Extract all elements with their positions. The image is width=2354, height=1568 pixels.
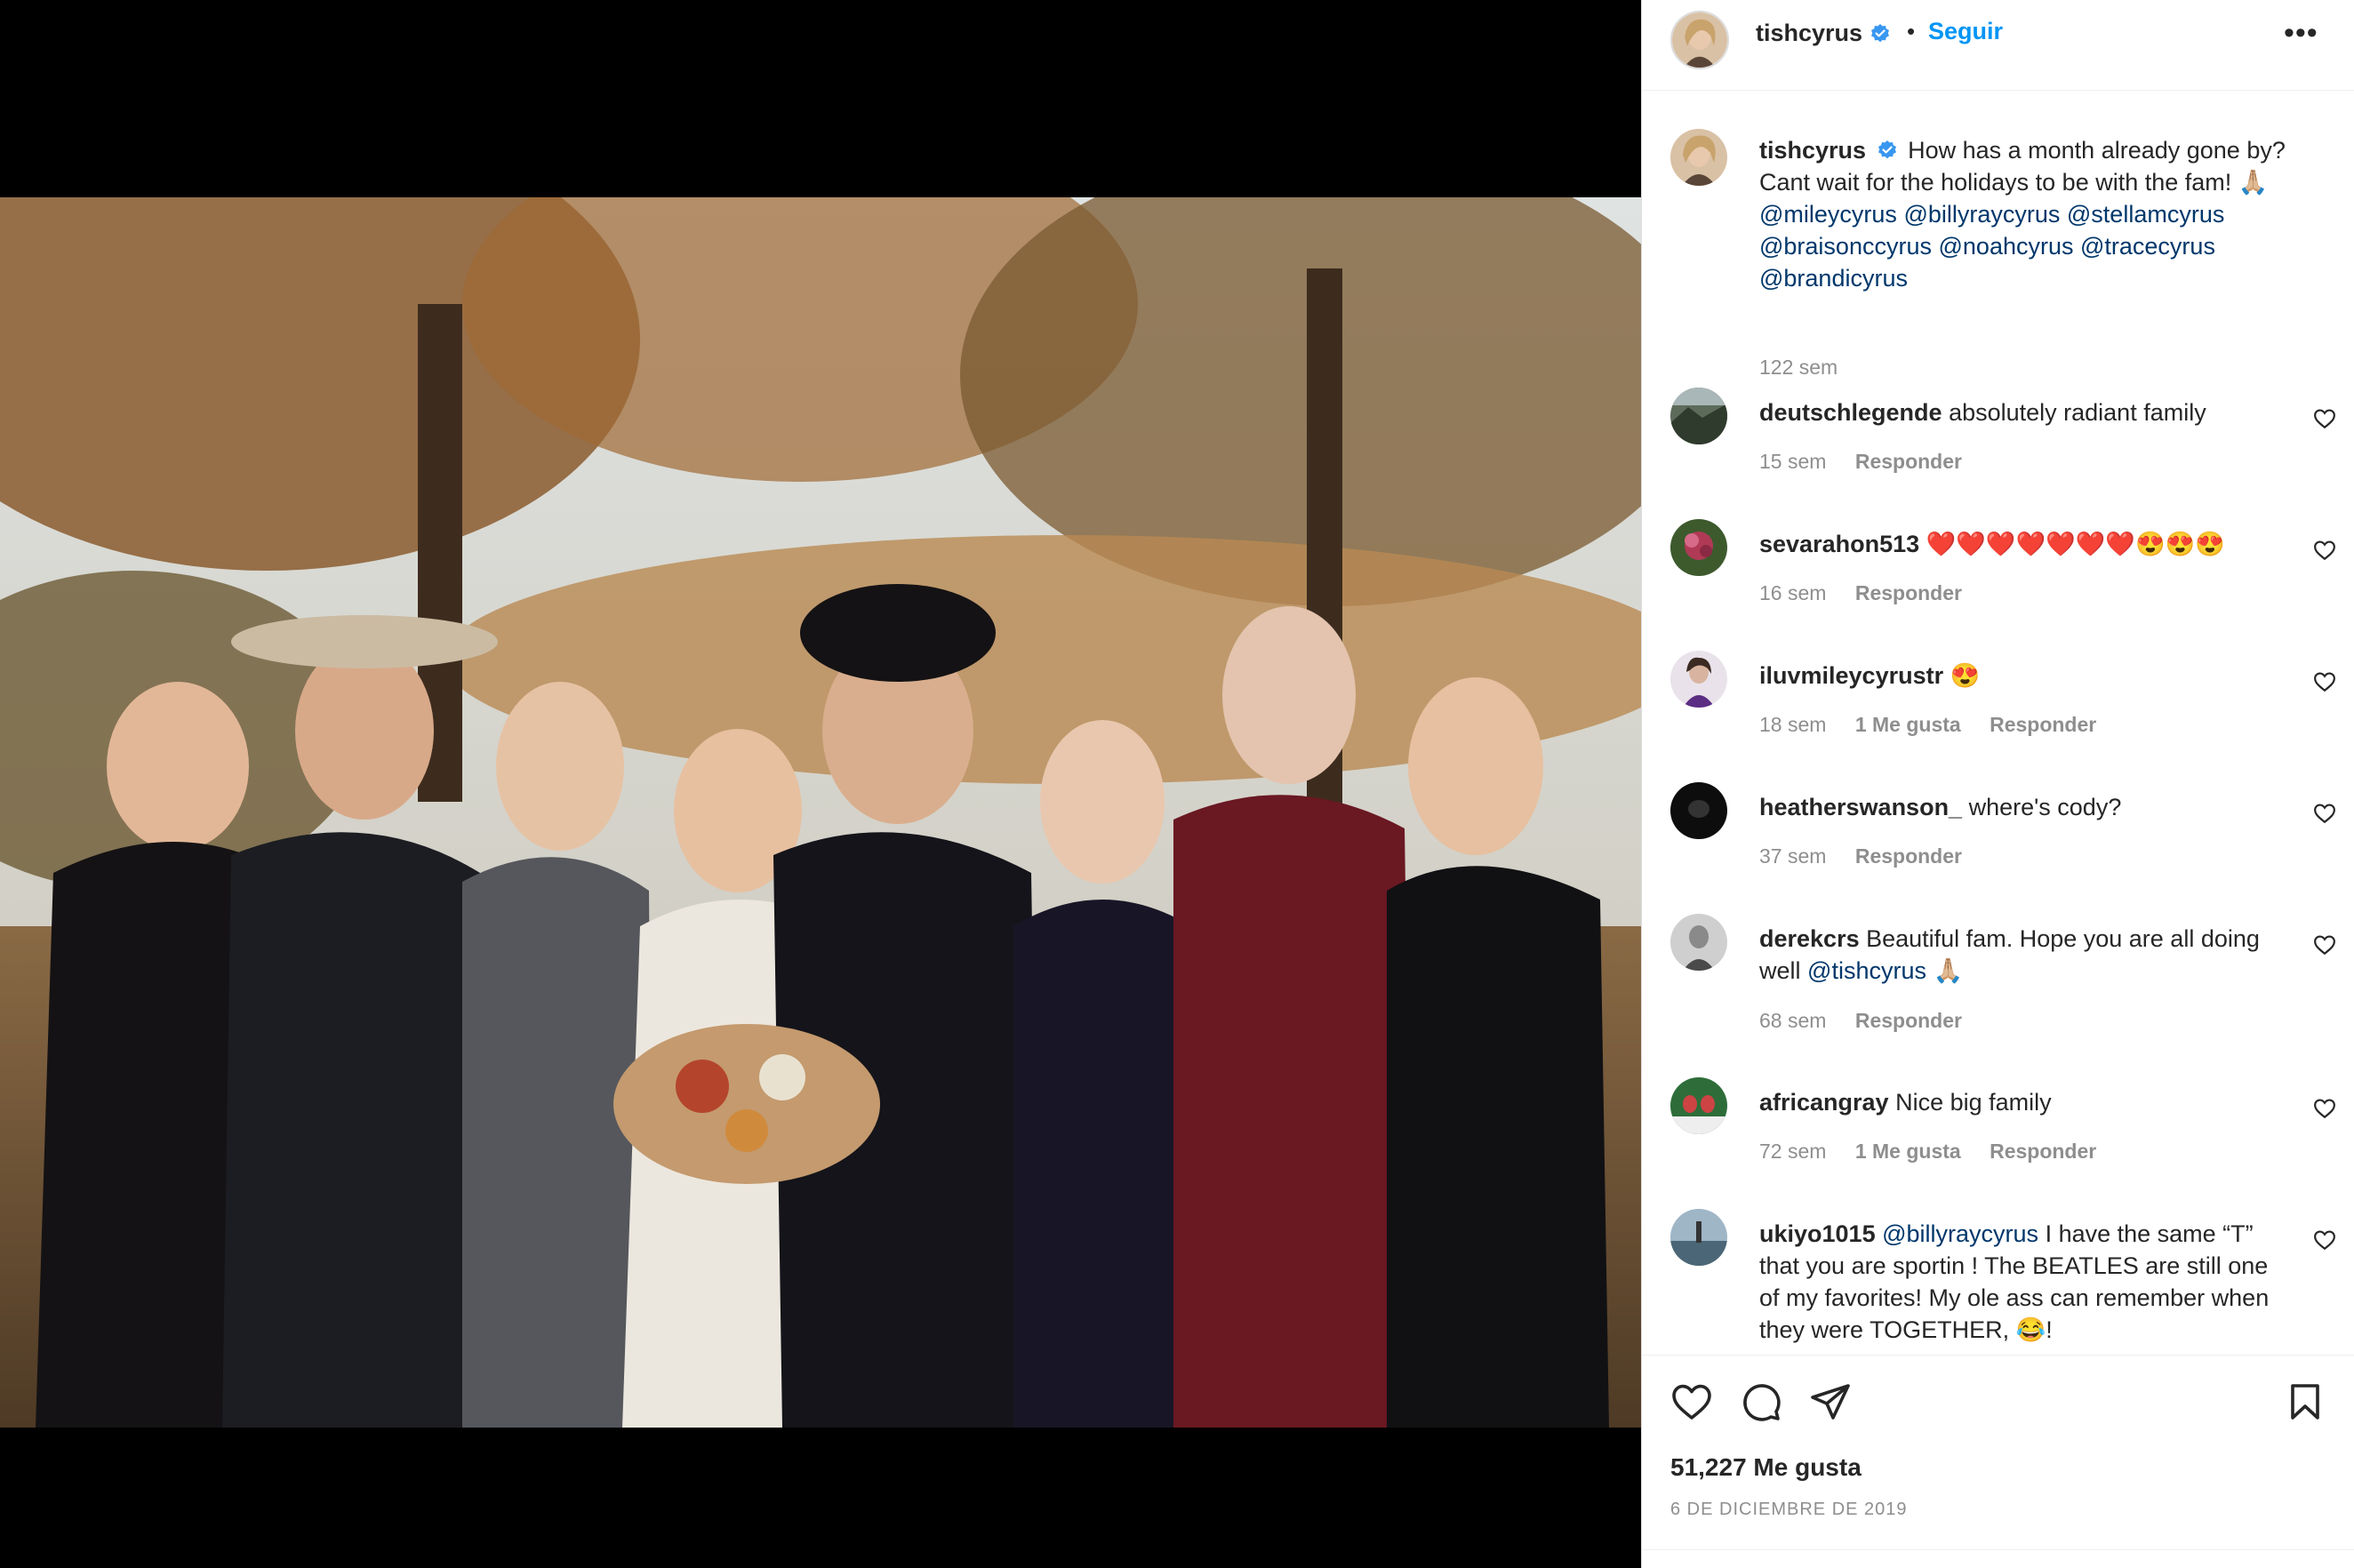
reply-button[interactable]: Responder (1990, 713, 2096, 736)
bookmark-save-icon[interactable] (2284, 1380, 2326, 1423)
like-comment-heart-icon[interactable] (2313, 1228, 2336, 1252)
comment-text: derekcrs Beautiful fam. Hope you are all… (1759, 923, 2293, 987)
like-heart-icon[interactable] (1670, 1380, 1713, 1423)
comment-text: iluvmileycyrustr 😍 (1759, 660, 2275, 692)
reply-button[interactable]: Responder (1990, 1140, 2096, 1163)
post-photo[interactable] (0, 197, 1641, 1428)
caption-meta: 122 sem (1759, 356, 1861, 380)
comment-meta: 72 sem 1 Me gusta Responder (1759, 1140, 2119, 1164)
post-actions: 51,227 Me gusta 6 DE DICIEMBRE DE 2019 (1642, 1355, 2354, 1568)
comment-like-count[interactable]: 1 Me gusta (1855, 713, 1961, 736)
reply-button[interactable]: Responder (1855, 844, 1962, 868)
more-options-icon[interactable]: ••• (2284, 16, 2318, 51)
comment-meta: 68 sem Responder (1759, 1009, 1985, 1033)
commenter-avatar[interactable] (1670, 914, 1727, 971)
mention-link[interactable]: @mileycyrus (1759, 201, 1897, 228)
comment-meta: 16 sem Responder (1759, 581, 1985, 605)
mention-link[interactable]: @braisonccyrus (1759, 233, 1932, 260)
family-photo-image (0, 197, 1641, 1428)
comment-username[interactable]: iluvmileycyrustr (1759, 662, 1943, 689)
comments-list[interactable]: tishcyrus How has a month already gone b… (1642, 92, 2354, 1354)
mention-link[interactable]: @brandicyrus (1759, 265, 1908, 292)
commenter-avatar[interactable] (1670, 651, 1727, 708)
comment-bubble-icon[interactable] (1740, 1380, 1782, 1423)
mention-link[interactable]: @noahcyrus (1939, 233, 2074, 260)
caption-time: 122 sem (1759, 356, 1838, 379)
comment-meta: 18 sem 1 Me gusta Responder (1759, 713, 2119, 737)
author-username[interactable]: tishcyrus (1756, 20, 1862, 47)
comment-text: sevarahon513 ❤️❤️❤️❤️❤️❤️❤️😍😍😍 (1759, 528, 2275, 560)
commenter-avatar[interactable] (1670, 519, 1727, 576)
like-comment-heart-icon[interactable] (2313, 933, 2336, 956)
like-comment-heart-icon[interactable] (2313, 407, 2336, 430)
comment-time: 68 sem (1759, 1009, 1827, 1032)
comment-like-count[interactable]: 1 Me gusta (1855, 1140, 1961, 1163)
reply-button[interactable]: Responder (1855, 1009, 1962, 1032)
post-side-panel: tishcyrus • Seguir ••• tishcyrus How has… (1641, 0, 2354, 1568)
commenter-avatar[interactable] (1670, 1077, 1727, 1134)
caption-text: tishcyrus How has a month already gone b… (1759, 134, 2310, 294)
comment-time: 18 sem (1759, 713, 1827, 736)
comment-username[interactable]: derekcrs (1759, 925, 1860, 952)
comment-username[interactable]: sevarahon513 (1759, 531, 1919, 557)
comment-username[interactable]: ukiyo1015 (1759, 1220, 1876, 1247)
media-viewer (0, 0, 1641, 1568)
comment-item: ukiyo1015 @billyraycyrus I have the same… (1642, 1209, 2354, 1354)
comment-username[interactable]: deutschlegende (1759, 399, 1942, 426)
post-header: tishcyrus • Seguir ••• (1642, 0, 2354, 91)
verified-badge-icon (1878, 140, 1896, 159)
comment-body: Nice big family (1895, 1089, 2052, 1116)
mention-link[interactable]: @billyraycyrus (1882, 1220, 2038, 1247)
post-date[interactable]: 6 DE DICIEMBRE DE 2019 (1670, 1500, 1908, 1520)
comment-time: 37 sem (1759, 844, 1827, 868)
comment-meta: 15 sem Responder (1759, 450, 1985, 474)
divider (1642, 1549, 2354, 1550)
reply-button[interactable]: Responder (1855, 450, 1962, 473)
comment-text: heatherswanson_ where's cody? (1759, 791, 2275, 823)
mention-link[interactable]: @tishcyrus (1807, 957, 1926, 984)
mention-link[interactable]: @tracecyrus (2080, 233, 2215, 260)
comment-username[interactable]: heatherswanson_ (1759, 794, 1962, 820)
comment-username[interactable]: africangray (1759, 1089, 1889, 1116)
comment-time: 15 sem (1759, 450, 1827, 473)
like-count[interactable]: 51,227 Me gusta (1670, 1453, 1862, 1482)
comment-meta: 37 sem Responder (1759, 844, 1985, 868)
separator-dot: • (1907, 18, 1916, 44)
like-comment-heart-icon[interactable] (2313, 670, 2336, 693)
verified-badge-icon (1871, 24, 1889, 43)
comment-text: deutschlegende absolutely radiant family (1759, 396, 2275, 428)
comment-text: africangray Nice big family (1759, 1086, 2275, 1118)
comment-time: 72 sem (1759, 1140, 1827, 1163)
mention-link[interactable]: @stellamcyrus (2067, 201, 2224, 228)
comment-body: 😍 (1950, 662, 1981, 689)
caption-username[interactable]: tishcyrus (1759, 137, 1866, 164)
commenter-avatar[interactable] (1670, 1209, 1727, 1266)
mention-link[interactable]: @billyraycyrus (1903, 201, 2060, 228)
caption-avatar[interactable] (1670, 129, 1727, 186)
like-comment-heart-icon[interactable] (2313, 802, 2336, 825)
comment-body: ❤️❤️❤️❤️❤️❤️❤️😍😍😍 (1926, 531, 2225, 557)
reply-button[interactable]: Responder (1855, 581, 1962, 604)
commenter-avatar[interactable] (1670, 782, 1727, 839)
comment-emoji: 🙏🏼 (1926, 957, 1964, 984)
comment-body: where's cody? (1968, 794, 2122, 820)
author-avatar[interactable] (1670, 11, 1729, 69)
like-comment-heart-icon[interactable] (2313, 1097, 2336, 1120)
like-comment-heart-icon[interactable] (2313, 539, 2336, 562)
follow-button[interactable]: Seguir (1928, 18, 2003, 45)
commenter-avatar[interactable] (1670, 388, 1727, 444)
comment-text: ukiyo1015 @billyraycyrus I have the same… (1759, 1218, 2293, 1346)
comment-time: 16 sem (1759, 581, 1827, 604)
share-send-icon[interactable] (1809, 1380, 1852, 1423)
comment-body: absolutely radiant family (1949, 399, 2206, 426)
